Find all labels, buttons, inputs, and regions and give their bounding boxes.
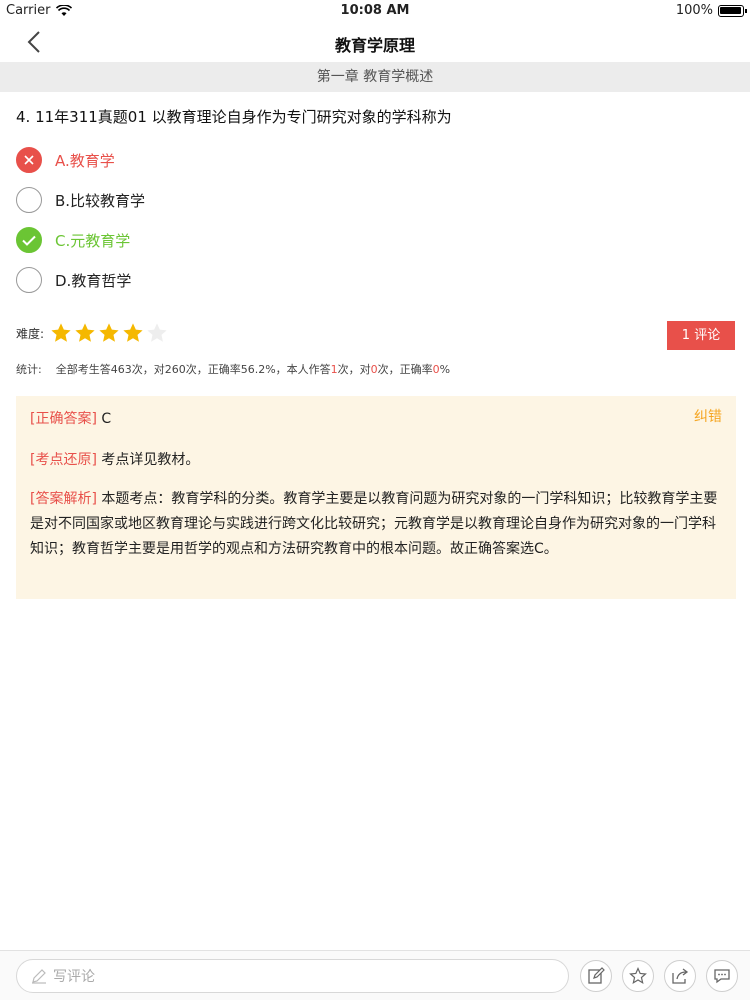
stats-part3: 次，正确率: [377, 363, 433, 376]
difficulty-rating: 难度:: [16, 322, 168, 344]
option-c-mark: [16, 227, 42, 253]
stats-label: 统计:: [16, 363, 42, 376]
star-icon: [123, 323, 143, 342]
option-list: A.教育学 B.比较教育学 C.元教育学 D.教育哲学: [16, 140, 416, 300]
explanation-tag: [答案解析]: [30, 491, 97, 507]
comment-count-button[interactable]: 1 评论: [667, 321, 735, 350]
check-icon: [22, 235, 36, 246]
star-icon: [99, 323, 119, 342]
stats-part1: 全部考生答463次，对260次，正确率56.2%，本人作答: [55, 363, 331, 376]
statistics: 统计: 全部考生答463次，对260次，正确率56.2%，本人作答1次，对0次，…: [16, 361, 450, 377]
question-text: 4. 11年311真题01 以教育理论自身作为专门研究对象的学科称为: [16, 108, 452, 126]
close-icon: [24, 155, 34, 165]
star-icon: [75, 323, 95, 342]
analysis-panel: 纠错 [正确答案] C [考点还原] 考点详见教材。 [答案解析] 本题考点：教…: [16, 396, 736, 599]
comment-list-button[interactable]: [706, 960, 738, 992]
battery-percent: 100%: [675, 3, 713, 18]
difficulty-label: 难度:: [16, 326, 45, 341]
option-c-label: C.元教育学: [55, 231, 131, 250]
stats-my-right: 0: [370, 363, 378, 376]
edit-note-button[interactable]: [580, 960, 612, 992]
star-icon: [51, 323, 71, 342]
status-right: 100%: [675, 3, 747, 18]
report-error-link[interactable]: 纠错: [694, 406, 722, 426]
option-a-label: A.教育学: [55, 151, 115, 170]
favorite-button[interactable]: [622, 960, 654, 992]
write-comment-input[interactable]: 写评论: [16, 959, 569, 993]
option-b[interactable]: B.比较教育学: [16, 180, 416, 220]
status-time: 10:08 AM: [340, 3, 410, 18]
option-b-mark: [16, 187, 42, 213]
bottom-toolbar: 写评论: [0, 950, 750, 1000]
share-icon: [672, 968, 689, 984]
favorite-star-icon: [629, 967, 647, 984]
correct-answer-row: [正确答案] C: [30, 408, 111, 428]
comment-bubble-icon: [714, 969, 730, 984]
key-point-text: 考点详见教材。: [101, 452, 200, 468]
nav-bar: 教育学原理: [0, 22, 750, 62]
option-c[interactable]: C.元教育学: [16, 220, 416, 260]
explanation-text: 本题考点：教育学科的分类。教育学主要是以教育问题为研究对象的一门学科知识；比较教…: [30, 491, 718, 557]
option-d-mark: [16, 267, 42, 293]
status-bar: Carrier 10:08 AM 100%: [0, 0, 750, 22]
option-d-label: D.教育哲学: [55, 271, 132, 290]
correct-answer-value: C: [101, 411, 112, 427]
comment-placeholder: 写评论: [53, 969, 95, 985]
option-d[interactable]: D.教育哲学: [16, 260, 416, 300]
stats-part2: 次，对: [337, 363, 371, 376]
edit-icon: [588, 967, 605, 984]
chapter-title: 第一章 教育学概述: [0, 62, 750, 92]
pencil-icon: [32, 969, 46, 984]
explanation-row: [答案解析] 本题考点：教育学科的分类。教育学主要是以教育问题为研究对象的一门学…: [30, 487, 722, 562]
option-a-mark: [16, 147, 42, 173]
option-a[interactable]: A.教育学: [16, 140, 416, 180]
stats-text: 全部考生答463次，对260次，正确率56.2%，本人作答1次，对0次，正确率0…: [56, 361, 450, 377]
key-point-row: [考点还原] 考点详见教材。: [30, 449, 199, 469]
page-title: 教育学原理: [334, 36, 415, 55]
star-icon: [147, 323, 167, 342]
star-rating: [50, 322, 168, 344]
correct-answer-tag: [正确答案]: [30, 411, 97, 427]
stats-part4: %: [439, 363, 451, 376]
option-b-label: B.比较教育学: [55, 191, 146, 210]
battery-icon: [718, 4, 747, 17]
key-point-tag: [考点还原]: [30, 452, 97, 468]
stats-my-count: 1: [330, 363, 338, 376]
share-button[interactable]: [664, 960, 696, 992]
stats-my-rate: 0: [432, 363, 440, 376]
